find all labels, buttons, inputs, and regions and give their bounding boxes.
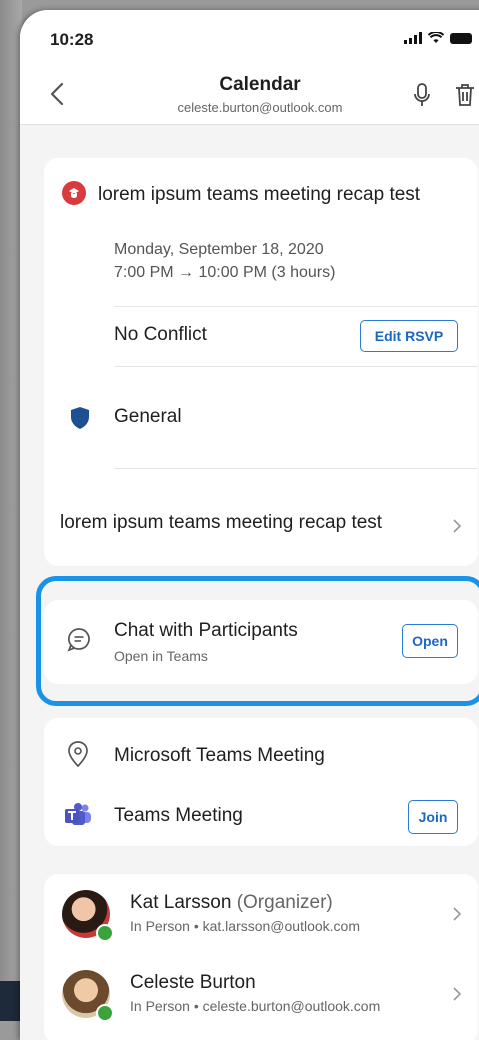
attendee-detail: In Person • celeste.burton@outlook.com	[130, 998, 381, 1014]
teams-meeting-label: Teams Meeting	[114, 805, 243, 826]
attendee-name-text: Celeste Burton	[130, 972, 256, 993]
status-icons	[404, 32, 472, 44]
attendee-detail: In Person • kat.larsson@outlook.com	[130, 918, 360, 934]
join-button[interactable]: Join	[408, 800, 458, 834]
divider	[114, 306, 478, 307]
meeting-card: Microsoft Teams Meeting Teams Meeting Jo…	[44, 718, 478, 846]
account-email: celeste.burton@outlook.com	[177, 100, 343, 115]
phone-screen: 10:28 Calendar celeste.burton@outlook.co…	[20, 10, 479, 1040]
chat-card[interactable]: Chat with Participants Open in Teams Ope…	[44, 600, 478, 684]
meeting-location: Microsoft Teams Meeting	[114, 745, 325, 766]
channel-name: General	[114, 406, 182, 427]
wifi-icon	[428, 32, 444, 43]
calendar-event-icon	[62, 181, 86, 205]
attendee-role: (Organizer)	[236, 892, 333, 913]
event-date-time: Monday, September 18, 2020 7:00 PM → 10:…	[114, 238, 335, 284]
divider	[114, 366, 478, 367]
chevron-right-icon[interactable]	[452, 518, 462, 534]
event-time: 7:00 PM → 10:00 PM (3 hours)	[114, 264, 336, 281]
chat-subtitle: Open in Teams	[114, 648, 208, 664]
microphone-icon[interactable]	[412, 82, 432, 108]
signal-icon	[404, 32, 422, 44]
presence-available-icon	[96, 1004, 114, 1022]
recap-link[interactable]: lorem ipsum teams meeting recap test	[60, 512, 382, 534]
attendees-card: Kat Larsson (Organizer) In Person • kat.…	[44, 874, 478, 1040]
trash-icon[interactable]	[454, 82, 476, 108]
battery-icon	[450, 33, 472, 44]
edit-rsvp-button[interactable]: Edit RSVP	[360, 320, 458, 352]
divider	[114, 468, 478, 469]
presence-available-icon	[96, 924, 114, 942]
chevron-right-icon[interactable]	[452, 986, 462, 1002]
conflict-status: No Conflict	[114, 324, 207, 345]
chat-title: Chat with Participants	[114, 620, 298, 641]
chevron-right-icon[interactable]	[452, 906, 462, 922]
location-pin-icon	[68, 741, 88, 768]
attendee-name[interactable]: Kat Larsson (Organizer)	[130, 892, 333, 914]
event-title: lorem ipsum teams meeting recap test	[98, 184, 421, 205]
attendee-name[interactable]: Celeste Burton	[130, 972, 256, 994]
teams-logo-icon	[65, 803, 91, 825]
event-date: Monday, September 18, 2020	[114, 241, 324, 258]
background-left	[0, 0, 22, 1021]
attendee-name-text: Kat Larsson	[130, 892, 232, 913]
open-button[interactable]: Open	[402, 624, 458, 658]
shield-icon	[71, 407, 89, 429]
status-time: 10:28	[50, 30, 94, 49]
page-title: Calendar	[219, 74, 301, 95]
chat-bubble-icon	[67, 628, 90, 652]
status-bar: 10:28	[20, 10, 479, 66]
event-details-card: lorem ipsum teams meeting recap test Mon…	[44, 158, 478, 566]
app-header: Calendar celeste.burton@outlook.com	[20, 66, 479, 125]
